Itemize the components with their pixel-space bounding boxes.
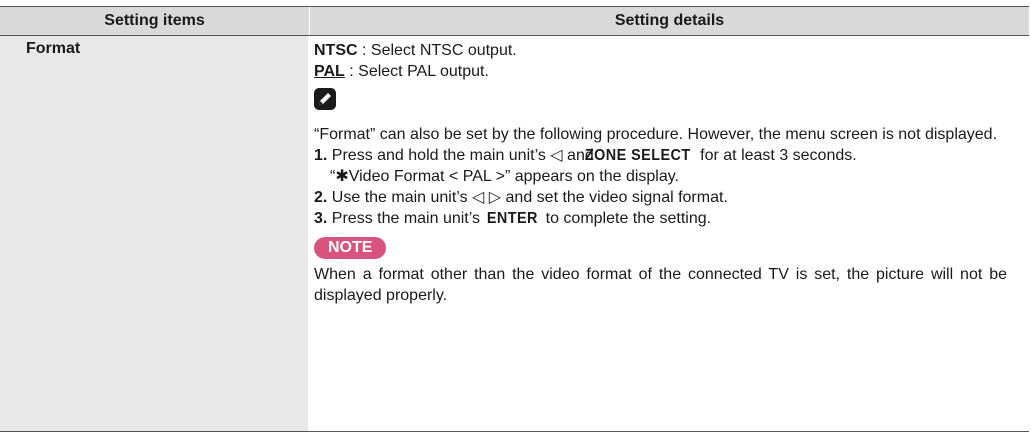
table-header: Setting items Setting details bbox=[0, 7, 1029, 36]
ntsc-text: : Select NTSC output. bbox=[357, 42, 517, 59]
enter-label: ENTER bbox=[487, 210, 539, 227]
pal-text: : Select PAL output. bbox=[344, 63, 489, 80]
info-text: “Format” can also be set by the followin… bbox=[314, 126, 998, 143]
step-1-pre: Press and hold the main unit’s bbox=[327, 147, 551, 164]
ntsc-option: NTSC : Select NTSC output. bbox=[314, 40, 1007, 61]
pal-label: PAL bbox=[314, 63, 345, 80]
left-triangle-icon: ◁ bbox=[550, 147, 563, 164]
step-1-display: “✱Video Format < PAL >” appears on the d… bbox=[330, 168, 679, 185]
table-row: Format NTSC : Select NTSC output. PAL : … bbox=[0, 36, 1029, 432]
step-1: 1. Press and hold the main unit’s ◁ and … bbox=[314, 147, 857, 164]
header-setting-details: Setting details bbox=[614, 12, 725, 29]
left-right-triangle-icon: ◁ ▷ bbox=[472, 189, 502, 206]
note-text: When a format other than the video forma… bbox=[314, 266, 1007, 304]
step-2-pre: Use the main unit’s bbox=[327, 189, 473, 206]
step-3-pre: Press the main unit’s bbox=[327, 210, 485, 227]
pal-option: PAL : Select PAL output. bbox=[314, 61, 1007, 82]
step-3-number: 3. bbox=[314, 210, 328, 227]
step-2-number: 2. bbox=[314, 189, 328, 206]
pencil-icon bbox=[314, 88, 336, 110]
step-3-post: to complete the setting. bbox=[541, 210, 712, 227]
setting-item-format: Format bbox=[0, 36, 309, 431]
setting-details: NTSC : Select NTSC output. PAL : Select … bbox=[309, 36, 1029, 431]
zone-select-label: ZONE SELECT bbox=[585, 147, 691, 164]
note-badge: NOTE bbox=[314, 237, 387, 259]
step-2: 2. Use the main unit’s ◁ ▷ and set the v… bbox=[314, 187, 1007, 208]
step-1-post: for at least 3 seconds. bbox=[695, 147, 857, 164]
step-2-text: and set the video signal format. bbox=[501, 189, 728, 206]
header-setting-items: Setting items bbox=[0, 7, 310, 35]
step-3: 3. Press the main unit’s ENTER to comple… bbox=[314, 208, 1007, 229]
settings-table: Setting items Setting details Format NTS… bbox=[0, 6, 1029, 432]
ntsc-label: NTSC bbox=[314, 42, 358, 59]
step-1-number: 1. bbox=[314, 147, 328, 164]
